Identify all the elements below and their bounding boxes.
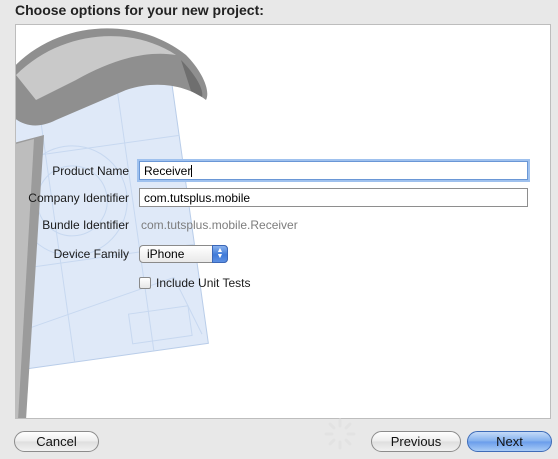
cancel-button[interactable]: Cancel [14,431,99,452]
product-name-label: Product Name [52,164,129,178]
text-caret [191,165,193,177]
include-unit-tests-checkbox[interactable] [139,277,151,289]
bundle-identifier-label: Bundle Identifier [42,218,129,232]
company-identifier-field[interactable]: com.tutsplus.mobile [139,188,528,207]
progress-spinner-icon [324,418,356,450]
product-name-field[interactable]: Receiver [139,161,528,180]
device-family-selected: iPhone [147,247,185,261]
product-name-value: Receiver [144,164,192,178]
next-button[interactable]: Next [467,431,552,452]
device-family-label: Device Family [53,247,129,261]
options-panel: Product Name Receiver Company Identifier… [15,24,551,419]
previous-button[interactable]: Previous [371,431,461,452]
bundle-identifier-value: com.tutsplus.mobile.Receiver [141,218,298,232]
dialog-title: Choose options for your new project: [15,2,264,18]
include-unit-tests-label[interactable]: Include Unit Tests [156,276,251,290]
company-identifier-label: Company Identifier [28,191,129,205]
popup-arrows-icon: ▲ ▼ [212,245,228,263]
device-family-popup[interactable]: iPhone ▲ ▼ [139,245,228,263]
company-identifier-value: com.tutsplus.mobile [144,191,251,205]
